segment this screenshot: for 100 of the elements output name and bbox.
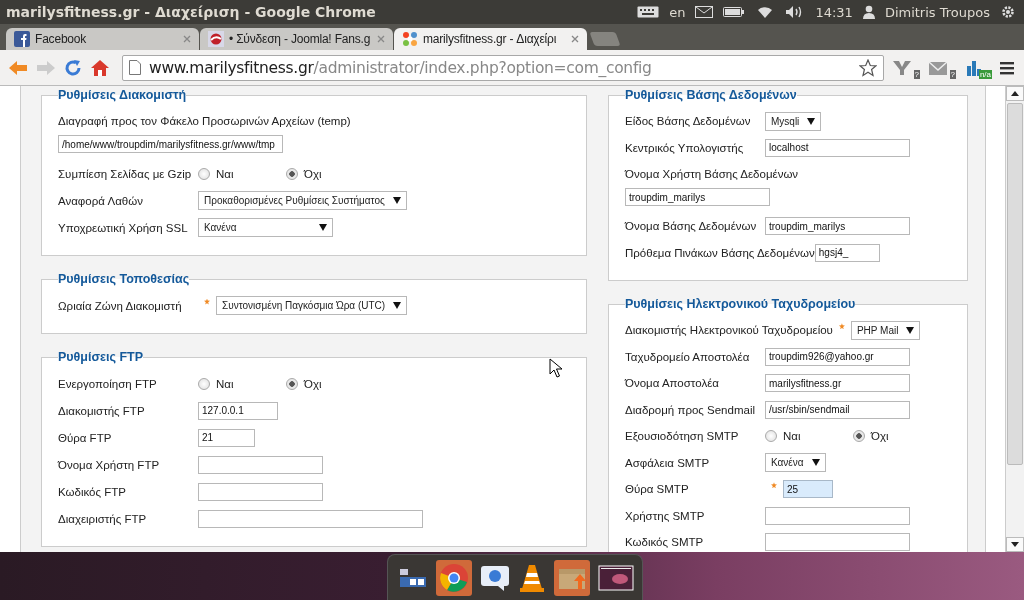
browser-icon [439, 562, 469, 593]
traffic-cone-icon[interactable] [518, 562, 546, 593]
section-title: Ρυθμίσεις Τοποθεσίας [58, 272, 190, 286]
radio-button[interactable] [198, 167, 210, 180]
browser-tab[interactable]: Facebook [6, 28, 199, 50]
scroll-up-button[interactable] [1006, 86, 1024, 101]
section-title: Ρυθμίσεις Βάσης Δεδομένων [625, 88, 797, 102]
radio-option[interactable]: Ναι [765, 430, 853, 443]
caret-icon [811, 459, 820, 467]
caret-icon [807, 117, 816, 125]
settings-icon[interactable] [1000, 4, 1016, 20]
field-label: Διαγραφή προς τον Φάκελο Προσωρινών Αρχείων (temp) [58, 115, 351, 127]
field-label: Ενεργοποίηση FTP [58, 377, 158, 390]
field-label: Διακομιστής FTP [58, 404, 146, 417]
field-label: Πρόθεμα Πινάκων Βάσης Δεδομένων [625, 246, 815, 259]
favicon-icon [14, 31, 30, 47]
field-label: Διακομιστής Ηλεκτρονικού Ταχυδρομείου [625, 324, 833, 337]
dropdown[interactable]: PHP Mail [850, 320, 921, 340]
text-field[interactable]: troupdim_marilys [625, 188, 770, 206]
text-field[interactable]: /usr/sbin/sendmail [765, 400, 910, 419]
radio-button[interactable] [765, 430, 777, 443]
text-field[interactable]: /home/www/troupdim/marilysfitness.gr/www/tmp [58, 135, 283, 153]
field-label: Εξουσιοδότηση SMTP [625, 430, 740, 443]
caret-icon [906, 326, 915, 334]
radio-button[interactable] [286, 167, 298, 180]
field-label: Διαδρομή προς Sendmail [625, 403, 756, 416]
home-icon[interactable] [90, 58, 110, 77]
extension-button[interactable]: ? [892, 56, 920, 79]
address-bar[interactable]: www.marilysfitness.gr/administrator/index.php?option=com_config [122, 54, 884, 81]
battery-icon[interactable] [723, 6, 746, 18]
extension-button[interactable]: n/a [964, 56, 992, 79]
dropdown[interactable]: Κανένα [765, 453, 826, 473]
launcher-tile[interactable] [554, 559, 590, 596]
radio-button[interactable] [853, 430, 865, 443]
required-mark-icon [771, 482, 777, 489]
text-field[interactable]: 25 [783, 480, 833, 499]
favicon-icon [208, 31, 224, 47]
dropdown[interactable]: Προκαθορισμένες Ρυθμίσεις Συστήματος [198, 191, 407, 210]
keyboard-layout[interactable]: en [669, 4, 686, 20]
radio-option[interactable]: Όχι [286, 167, 374, 180]
dropdown[interactable]: Κανένα [198, 218, 333, 237]
dropdown[interactable]: Mysqli [765, 111, 822, 131]
letter-y-icon [892, 59, 912, 76]
mail-icon [928, 59, 948, 76]
browser-tab[interactable]: • Σύνδεση - Joomla! Fans.g [200, 28, 393, 50]
caret-icon [393, 302, 402, 309]
radio-option[interactable]: Ναι [198, 167, 286, 180]
field-label: Χρήστης SMTP [625, 509, 706, 522]
field-label: Όνομα Βάσης Δεδομένων [625, 220, 758, 233]
scroll-down-button[interactable] [1006, 537, 1024, 552]
radio-option[interactable]: Όχι [853, 430, 941, 443]
text-field[interactable] [198, 455, 323, 474]
chat-icon[interactable] [480, 563, 510, 592]
field-label: Όνομα Αποστολέα [625, 377, 720, 390]
required-mark-icon [204, 298, 210, 305]
required-mark-icon [838, 323, 845, 330]
user-name[interactable]: Dimitris Troupos [884, 4, 990, 20]
field-label: Ασφάλεια SMTP [625, 456, 711, 469]
text-field[interactable] [198, 482, 323, 501]
text-field[interactable]: 21 [198, 428, 255, 447]
field-label: Αναφορά Λαθών [58, 194, 144, 207]
field-label: Ωριαία Ζώνη Διακομιστή [58, 299, 183, 312]
field-label: Είδος Βάσης Δεδομένων [625, 115, 752, 128]
mail-icon[interactable] [695, 6, 714, 18]
page-icon [129, 60, 141, 75]
field-label: Θύρα FTP [58, 431, 113, 444]
browser-tab[interactable]: marilysfitness.gr - Διαχείρι [394, 28, 587, 50]
field-label: Υποχρεωτική Χρήση SSL [58, 221, 189, 234]
scroll-thumb[interactable] [1007, 103, 1023, 465]
caret-icon [319, 224, 327, 231]
close-icon[interactable] [571, 35, 579, 43]
field-label: Θύρα SMTP [625, 483, 690, 496]
reload-icon[interactable] [64, 58, 82, 77]
clock[interactable]: 14:31 [815, 4, 853, 20]
dropdown[interactable]: Συντονισμένη Παγκόσμια Ώρα (UTC) [216, 296, 408, 315]
text-field[interactable]: localhost [765, 138, 910, 157]
text-field[interactable] [765, 506, 910, 525]
field-label: Διαχειριστής FTP [58, 512, 148, 525]
user-icon[interactable] [862, 5, 875, 19]
text-field[interactable] [765, 533, 910, 552]
caret-icon [392, 197, 401, 204]
scrollbar[interactable] [1005, 86, 1024, 552]
radio-button[interactable] [198, 377, 210, 390]
radio-option[interactable]: Όχι [286, 377, 374, 390]
text-field[interactable]: hgsj4_ [814, 243, 880, 262]
workspace-thumbnail-icon[interactable] [598, 564, 634, 591]
text-field[interactable]: marilysfitness.gr [765, 374, 910, 393]
text-field[interactable]: troupdim_marilys [765, 217, 910, 236]
radio-button[interactable] [286, 377, 298, 390]
menu-icon[interactable] [1000, 60, 1014, 75]
text-field[interactable]: 127.0.0.1 [198, 401, 278, 420]
radio-option[interactable]: Ναι [198, 377, 286, 390]
text-field[interactable]: troupdim926@yahoo.gr [765, 347, 910, 366]
field-label: Κεντρικός Υπολογιστής [625, 141, 745, 154]
keyboard-icon[interactable] [637, 6, 660, 18]
extension-button[interactable]: ? [928, 56, 956, 79]
bookmark-star-icon[interactable] [859, 58, 877, 77]
field-label: Ταχυδρομείο Αποστολέα [625, 350, 751, 363]
text-field[interactable] [198, 509, 423, 528]
launcher-tile[interactable] [436, 559, 472, 596]
